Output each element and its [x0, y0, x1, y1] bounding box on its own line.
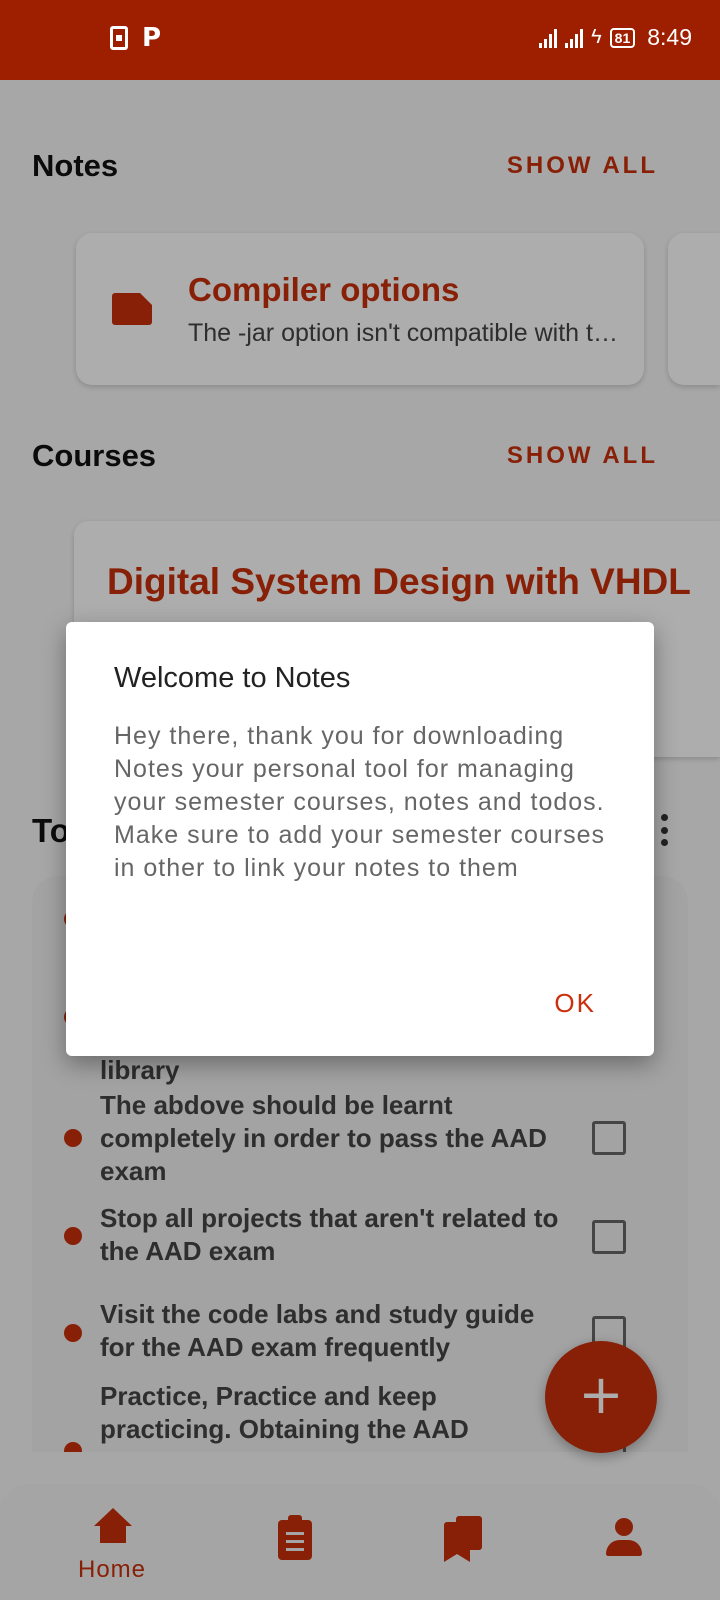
signal-icon	[539, 28, 558, 48]
parking-icon: P	[142, 23, 162, 53]
dialog-title: Welcome to Notes	[114, 662, 351, 694]
dialog-message: Hey there, thank you for downloading Not…	[114, 722, 605, 882]
ok-button[interactable]: OK	[554, 988, 596, 1019]
charging-icon: ϟ	[591, 26, 602, 48]
welcome-dialog: Welcome to Notes Hey there, thank you fo…	[66, 622, 654, 1056]
battery-level: 81	[609, 27, 636, 48]
signal-icon-2	[565, 28, 584, 48]
status-bar: P ϟ 81 8:49	[0, 0, 720, 80]
clock: 8:49	[647, 24, 692, 50]
notification-icon	[110, 26, 128, 50]
